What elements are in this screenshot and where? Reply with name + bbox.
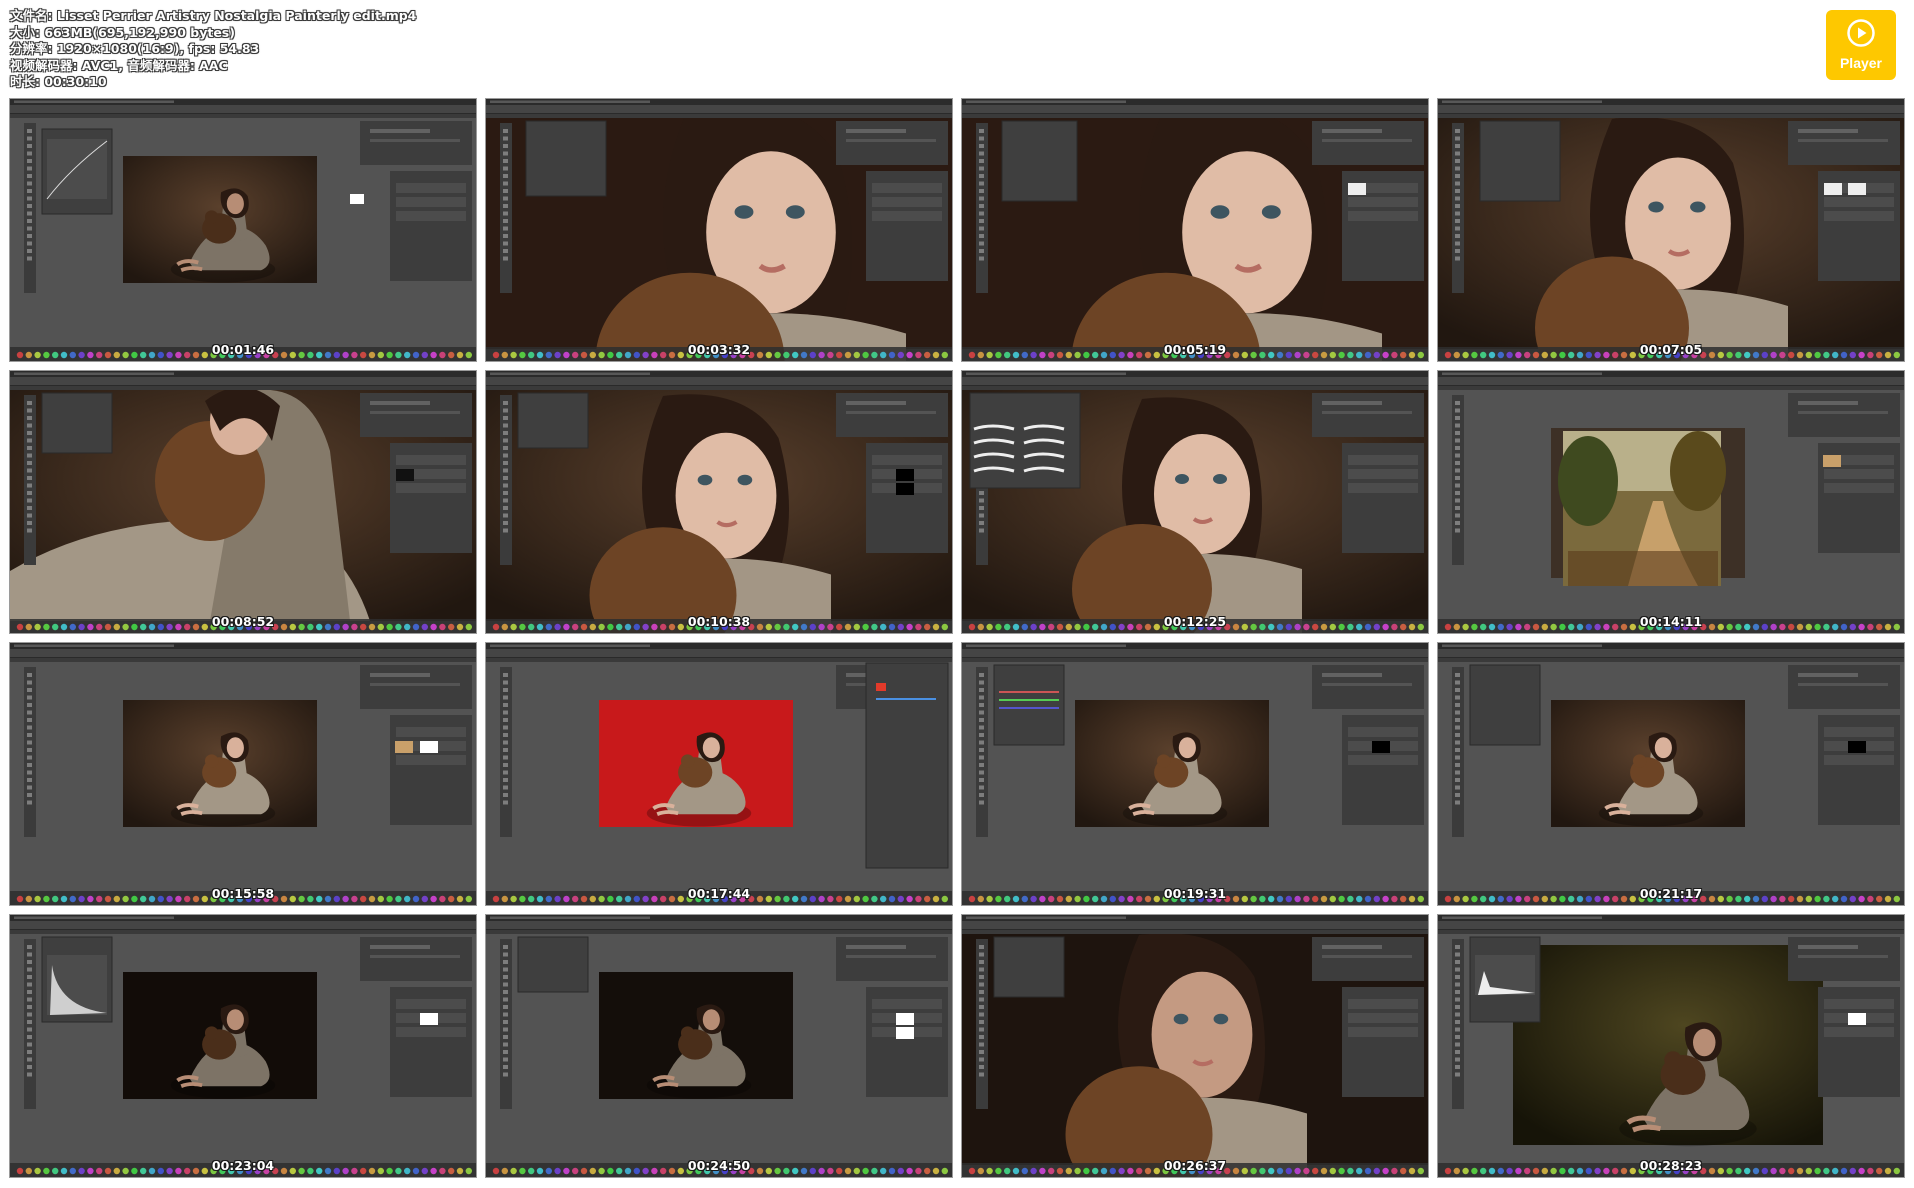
video-thumbnail[interactable]: 00:28:23: [1438, 915, 1904, 1177]
codec-line: 视频解码器: AVC1, 音频解码器: AAC: [10, 57, 228, 73]
video-thumbnail[interactable]: 00:01:46: [10, 99, 476, 361]
duration-line: 时长: 00:30:10: [10, 74, 107, 89]
thumbnail-timestamp: 00:21:17: [1639, 886, 1703, 901]
video-thumbnail[interactable]: 00:03:32: [486, 99, 952, 361]
photoshop-screenshot-image: [10, 915, 476, 1177]
player-label: Player: [1839, 55, 1883, 71]
play-circle-icon: [1847, 19, 1875, 47]
video-thumbnail[interactable]: 00:12:25: [962, 371, 1428, 633]
thumbnail-timestamp: 00:23:04: [211, 1158, 275, 1173]
video-thumbnail[interactable]: 00:21:17: [1438, 643, 1904, 905]
thumbnail-timestamp: 00:08:52: [211, 614, 275, 629]
photoshop-screenshot-image: [486, 643, 952, 905]
photoshop-screenshot-image: [962, 915, 1428, 1177]
thumbnail-grid: 00:01:46 00:03:32 00:05:19 00:07:05 00:0…: [10, 99, 1906, 1181]
thumbnail-timestamp: 00:15:58: [211, 886, 275, 901]
video-thumbnail[interactable]: 00:24:50: [486, 915, 952, 1177]
video-thumbnail[interactable]: 00:26:37: [962, 915, 1428, 1177]
photoshop-screenshot-image: [10, 643, 476, 905]
file-info-header: 文件名: Lisset Perrier Artistry Nostalgia P…: [10, 8, 710, 91]
video-thumbnail[interactable]: 00:05:19: [962, 99, 1428, 361]
thumbnail-timestamp: 00:10:38: [687, 614, 751, 629]
thumbnail-timestamp: 00:19:31: [1163, 886, 1227, 901]
video-thumbnail[interactable]: 00:14:11: [1438, 371, 1904, 633]
video-thumbnail[interactable]: 00:07:05: [1438, 99, 1904, 361]
thumbnail-timestamp: 00:14:11: [1639, 614, 1703, 629]
photoshop-screenshot-image: [1438, 99, 1904, 361]
thumbnail-timestamp: 00:26:37: [1163, 1158, 1227, 1173]
thumbnail-timestamp: 00:07:05: [1639, 342, 1703, 357]
thumbnail-timestamp: 00:28:23: [1639, 1158, 1703, 1173]
thumbnail-timestamp: 00:01:46: [211, 342, 275, 357]
thumbnail-timestamp: 00:17:44: [687, 886, 751, 901]
video-thumbnail[interactable]: 00:23:04: [10, 915, 476, 1177]
photoshop-screenshot-image: [486, 371, 952, 633]
photoshop-screenshot-image: [962, 643, 1428, 905]
photoshop-screenshot-image: [10, 99, 476, 361]
player-button[interactable]: Player: [1826, 10, 1896, 80]
photoshop-screenshot-image: [1438, 643, 1904, 905]
resolution-line: 分辨率: 1920×1080(16:9), fps: 54.83: [10, 41, 260, 56]
video-thumbnail[interactable]: 00:17:44: [486, 643, 952, 905]
thumbnail-timestamp: 00:12:25: [1163, 614, 1227, 629]
photoshop-screenshot-image: [10, 371, 476, 633]
photoshop-screenshot-image: [486, 915, 952, 1177]
video-thumbnail[interactable]: 00:08:52: [10, 371, 476, 633]
file-name-line: 文件名: Lisset Perrier Artistry Nostalgia P…: [10, 8, 417, 23]
thumbnail-timestamp: 00:24:50: [687, 1158, 751, 1173]
video-thumbnail[interactable]: 00:19:31: [962, 643, 1428, 905]
thumbnail-timestamp: 00:05:19: [1163, 342, 1227, 357]
video-thumbnail[interactable]: 00:15:58: [10, 643, 476, 905]
photoshop-screenshot-image: [1438, 371, 1904, 633]
file-size-line: 大小: 663MB(695,192,990 bytes): [10, 24, 235, 40]
photoshop-screenshot-image: [962, 99, 1428, 361]
thumbnail-timestamp: 00:03:32: [687, 342, 751, 357]
photoshop-screenshot-image: [486, 99, 952, 361]
photoshop-screenshot-image: [962, 371, 1428, 633]
video-thumbnail[interactable]: 00:10:38: [486, 371, 952, 633]
photoshop-screenshot-image: [1438, 915, 1904, 1177]
